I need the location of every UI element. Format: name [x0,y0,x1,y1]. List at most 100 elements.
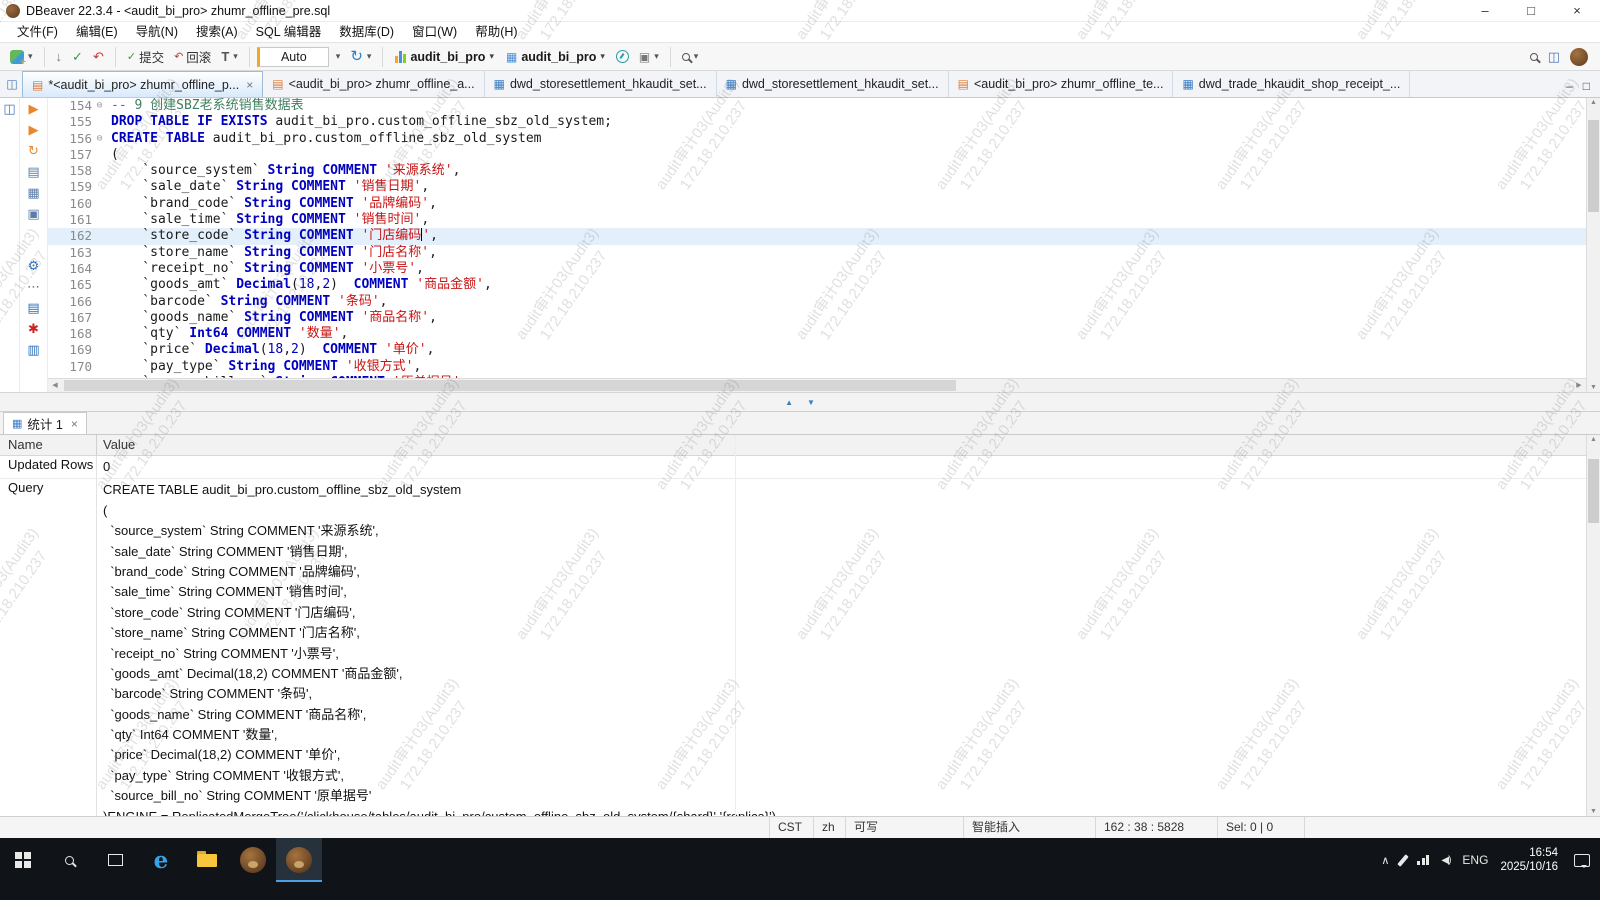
results-tab-close-icon[interactable]: × [71,417,78,431]
error-doc-icon[interactable]: ✱ [28,322,39,336]
code-line-154[interactable]: 154⊖-- 9 创建SBZ老系统销售数据表 [48,98,1586,114]
commit-mode-dropdown[interactable]: ▾ [331,49,345,64]
notification-icon[interactable] [1574,854,1590,867]
result-value-cell[interactable]: CREATE TABLE audit_bi_pro.custom_offline… [97,479,1586,816]
more-dots-icon[interactable]: ⋯ [27,280,40,294]
line-number[interactable]: 169 [48,342,92,358]
restore-editor-icon[interactable]: ◫ [2,71,22,97]
code-text[interactable]: `barcode` String COMMENT '条码', [107,294,387,310]
code-text[interactable]: `price` Decimal(18,2) COMMENT '单价', [107,342,434,358]
editor-tab[interactable]: ▦dwd_trade_hkaudit_shop_receipt_... [1173,71,1410,97]
fold-minus-icon[interactable]: ⊖ [92,131,107,147]
code-text[interactable]: `brand_code` String COMMENT '品牌编码', [107,196,437,212]
menu-item-7[interactable]: 帮助(H) [466,22,526,43]
commit-mode-select[interactable]: Auto [257,47,329,67]
line-number[interactable]: 156 [48,131,92,147]
code-line-157[interactable]: 157 ( [48,147,1586,163]
refresh-button[interactable]: ↻ ▾ [346,48,375,66]
collapse-up-icon[interactable]: ▲ [785,398,793,407]
code-area[interactable]: 154⊖-- 9 创建SBZ老系统销售数据表155DROP TABLE IF E… [48,98,1586,378]
scroll-up-icon[interactable]: ▲ [1587,99,1600,106]
menu-item-4[interactable]: SQL 编辑器 [247,22,331,43]
maximize-editor-button[interactable]: □ [1583,79,1590,93]
code-text[interactable]: DROP TABLE IF EXISTS audit_bi_pro.custom… [107,114,612,130]
line-number[interactable]: 161 [48,212,92,228]
code-line-170[interactable]: 170 `pay_type` String COMMENT '收银方式', [48,359,1586,375]
fetch-button[interactable]: ↓ [52,48,67,66]
refresh-icon[interactable]: ↻ [28,144,39,158]
code-line-169[interactable]: 169 `price` Decimal(18,2) COMMENT '单价', [48,342,1586,358]
line-number[interactable]: 162 [48,228,92,244]
code-text[interactable]: ( [107,147,119,163]
line-number[interactable]: 158 [48,163,92,179]
settings-gear-icon[interactable]: ⚙ [28,259,40,273]
code-text[interactable]: -- 9 创建SBZ老系统销售数据表 [107,98,304,114]
transaction-log-button[interactable]: T ▾ [217,48,241,66]
edge-button[interactable]: e [138,838,184,882]
editor-tab[interactable]: ▤*<audit_bi_pro> zhumr_offline_p...× [22,71,263,97]
scroll-down-icon[interactable]: ▼ [1587,384,1600,391]
scroll-right-icon[interactable]: ▶ [1572,379,1586,392]
line-number[interactable]: 154 [48,98,92,114]
quick-search-icon[interactable] [1530,53,1538,61]
code-text[interactable]: `qty` Int64 COMMENT '数量', [107,326,348,342]
sql-editor[interactable]: 154⊖-- 9 创建SBZ老系统销售数据表155DROP TABLE IF E… [48,98,1586,392]
code-text[interactable]: `store_name` String COMMENT '门店名称', [107,245,437,261]
start-button[interactable] [0,838,46,882]
language-indicator[interactable]: ENG [1462,853,1488,867]
code-line-159[interactable]: 159 `sale_date` String COMMENT '销售日期', [48,179,1586,195]
scroll-left-icon[interactable]: ◀ [48,379,62,392]
dbeaver-taskbar-button-1[interactable] [230,838,276,882]
line-number[interactable]: 163 [48,245,92,261]
result-row[interactable]: Updated Rows0 [0,456,1586,479]
vertical-scroll-thumb[interactable] [1588,459,1599,523]
explain-plan-icon[interactable]: ▤ [27,165,39,179]
connection-selector[interactable]: audit_bi_pro ▾ [390,47,499,67]
editor-vertical-scrollbar[interactable]: ▲ ▼ [1586,98,1600,392]
line-number[interactable]: 155 [48,114,92,130]
column-header-value[interactable]: Value [97,435,1600,455]
search-button[interactable]: ▾ [678,49,703,64]
code-text[interactable]: `goods_name` String COMMENT '商品名称', [107,310,437,326]
line-number[interactable]: 159 [48,179,92,195]
horizontal-scroll-thumb[interactable] [64,380,956,391]
code-line-160[interactable]: 160 `brand_code` String COMMENT '品牌编码', [48,196,1586,212]
dbeaver-taskbar-button-2[interactable] [276,838,322,882]
code-line-167[interactable]: 167 `goods_name` String COMMENT '商品名称', [48,310,1586,326]
code-text[interactable]: `sale_time` String COMMENT '销售时间', [107,212,429,228]
code-text[interactable]: `store_code` String COMMENT '门店编码', [107,228,438,244]
code-line-161[interactable]: 161 `sale_time` String COMMENT '销售时间', [48,212,1586,228]
code-line-158[interactable]: 158 `source_system` String COMMENT '来源系统… [48,163,1586,179]
line-number[interactable]: 170 [48,359,92,375]
vertical-scroll-thumb[interactable] [1588,120,1599,212]
perspective-icon[interactable]: ◫ [1548,50,1560,64]
tab-close-icon[interactable]: × [246,78,253,92]
line-number[interactable]: 164 [48,261,92,277]
navigator-button[interactable] [612,48,633,65]
rollback-button[interactable]: ↶ 回滚 [170,45,215,68]
editor-results-splitter[interactable]: ▲ ▼ [0,392,1600,412]
volume-icon[interactable]: ◀) [1441,855,1450,866]
window-maximize-button[interactable]: □ [1508,0,1554,22]
editor-tab[interactable]: ▤<audit_bi_pro> zhumr_offline_a... [263,71,484,97]
save-doc-icon[interactable]: ▥ [27,343,39,357]
commit-icon-button[interactable]: ✓ [68,48,87,66]
menu-item-2[interactable]: 导航(N) [127,22,187,43]
minimize-editor-button[interactable]: – [1566,79,1573,93]
execute-statement-icon[interactable]: ▶ [29,102,39,116]
code-line-168[interactable]: 168 `qty` Int64 COMMENT '数量', [48,326,1586,342]
scroll-up-icon[interactable]: ▲ [1587,436,1600,443]
execute-script-icon[interactable]: ▶ [29,123,39,137]
line-number[interactable]: 166 [48,294,92,310]
menu-item-1[interactable]: 编辑(E) [67,22,127,43]
collapse-down-icon[interactable]: ▼ [807,398,815,407]
results-vertical-scrollbar[interactable]: ▲ ▼ [1586,435,1600,816]
code-text[interactable]: `sale_date` String COMMENT '销售日期', [107,179,429,195]
line-number[interactable]: 157 [48,147,92,163]
output-doc-icon[interactable]: ▤ [27,301,39,315]
network-icon[interactable] [1417,855,1429,865]
editor-horizontal-scrollbar[interactable]: ◀ ▶ [48,378,1586,392]
code-line-166[interactable]: 166 `barcode` String COMMENT '条码', [48,294,1586,310]
schema-selector[interactable]: ▦ audit_bi_pro ▾ [501,47,610,67]
file-explorer-button[interactable] [184,838,230,882]
